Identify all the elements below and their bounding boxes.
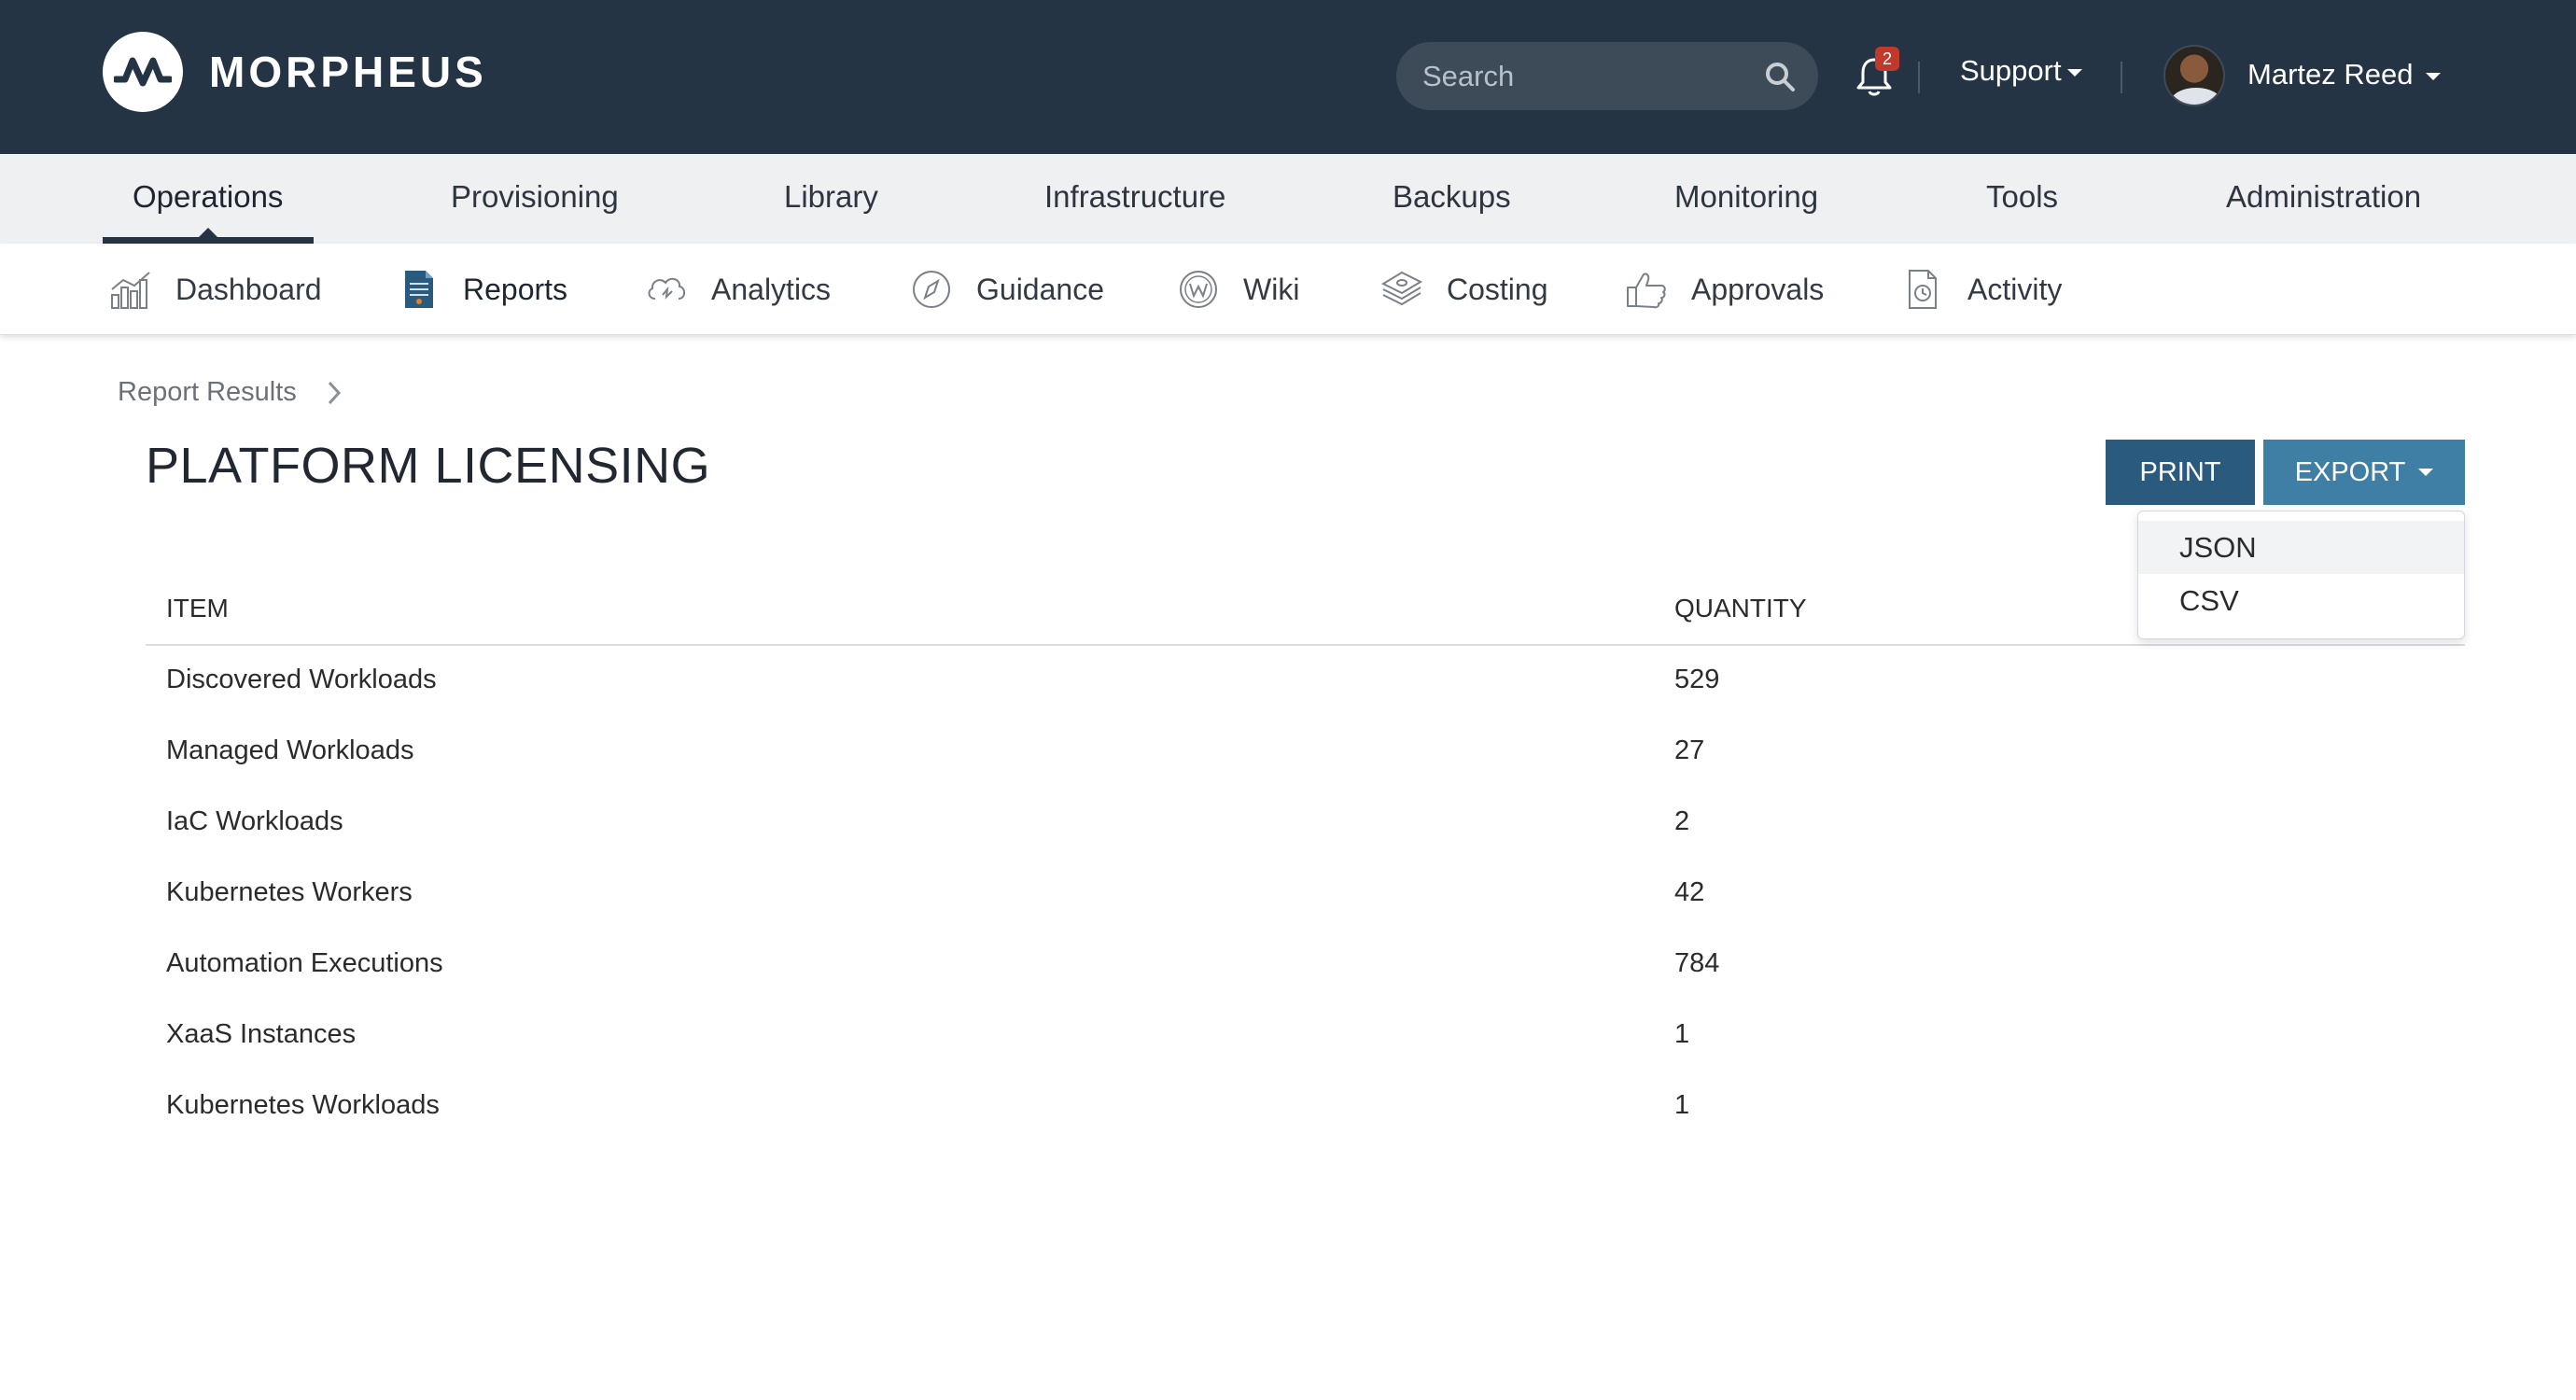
table-header-row: ITEM QUANTITY [146, 579, 2465, 646]
compass-icon [913, 271, 950, 308]
nav-provisioning[interactable]: Provisioning [451, 154, 619, 244]
subnav-label: Wiki [1243, 272, 1300, 306]
support-label: Support [1960, 54, 2062, 87]
nav-administration[interactable]: Administration [2226, 154, 2421, 244]
header-divider [2121, 62, 2122, 93]
table-row: Kubernetes Workers 42 [146, 859, 2465, 930]
subnav-label: Reports [463, 272, 568, 306]
row-quantity: 1 [1674, 1090, 1690, 1120]
report-document-icon [405, 271, 433, 308]
export-dropdown-menu: JSON CSV [2137, 511, 2465, 639]
subnav-guidance[interactable]: Guidance [909, 244, 1104, 335]
dashboard-chart-icon [111, 272, 150, 309]
chevron-right-icon [328, 381, 341, 404]
row-quantity: 1 [1674, 1019, 1690, 1049]
breadcrumb-report-results[interactable]: Report Results [118, 377, 297, 408]
subnav-label: Dashboard [175, 272, 322, 306]
money-stack-icon [1380, 271, 1423, 306]
row-item: Discovered Workloads [166, 665, 437, 694]
subnav-approvals[interactable]: Approvals [1624, 244, 1824, 335]
notification-count-badge: 2 [1875, 47, 1899, 71]
table-row: IaC Workloads 2 [146, 788, 2465, 859]
wiki-icon [1180, 271, 1217, 308]
subnav-analytics[interactable]: Analytics [644, 244, 831, 335]
nav-infrastructure[interactable]: Infrastructure [1044, 154, 1225, 244]
subnav-costing[interactable]: Costing [1379, 244, 1548, 335]
avatar[interactable] [2163, 45, 2225, 106]
row-item: IaC Workloads [166, 806, 343, 836]
print-button[interactable]: PRINT [2106, 440, 2255, 505]
subnav-label: Approvals [1691, 272, 1825, 306]
chevron-down-icon [2426, 72, 2442, 80]
cloud-analytics-icon [648, 277, 686, 300]
export-option-json[interactable]: JSON [2138, 521, 2464, 574]
export-option-csv[interactable]: CSV [2138, 574, 2464, 627]
nav-backups[interactable]: Backups [1393, 154, 1511, 244]
row-item: XaaS Instances [166, 1019, 357, 1049]
table-row: Kubernetes Workloads 1 [146, 1071, 2465, 1142]
secondary-nav: Dashboard Reports Analytics Guidance Wik… [0, 244, 2576, 335]
morpheus-logo[interactable]: MORPHEUS [103, 32, 487, 112]
subnav-label: Costing [1447, 272, 1548, 306]
row-item: Automation Executions [166, 948, 443, 978]
export-label: EXPORT [2294, 456, 2406, 487]
breadcrumb: Report Results [118, 377, 343, 408]
user-name: Martez Reed [2247, 58, 2414, 91]
subnav-reports[interactable]: Reports [396, 244, 567, 335]
search-input[interactable] [1422, 42, 1749, 110]
row-item: Managed Workloads [166, 735, 414, 765]
row-quantity: 42 [1674, 877, 1705, 907]
row-item: Kubernetes Workloads [166, 1090, 440, 1120]
subnav-label: Analytics [711, 272, 832, 306]
subnav-label: Activity [1967, 272, 2063, 306]
licensing-table: ITEM QUANTITY Discovered Workloads 529 M… [146, 579, 2465, 1142]
row-quantity: 27 [1674, 735, 1705, 765]
row-quantity: 529 [1674, 665, 1720, 694]
morpheus-logo-icon [103, 32, 183, 112]
chevron-down-icon [2418, 469, 2434, 476]
column-header-quantity: QUANTITY [1674, 594, 1807, 623]
thumbs-up-icon [1627, 273, 1666, 309]
search-icon[interactable] [1762, 59, 1798, 94]
chevron-down-icon [2066, 68, 2082, 77]
table-row: Managed Workloads 27 [146, 717, 2465, 788]
table-row: Automation Executions 784 [146, 930, 2465, 1001]
subnav-activity[interactable]: Activity [1900, 244, 2062, 335]
export-button[interactable]: EXPORT [2263, 440, 2465, 505]
nav-tools[interactable]: Tools [1986, 154, 2058, 244]
table-row: XaaS Instances 1 [146, 1001, 2465, 1071]
table-row: Discovered Workloads 529 [146, 646, 2465, 717]
row-quantity: 784 [1674, 948, 1720, 978]
page-title: PLATFORM LICENSING [146, 438, 711, 494]
primary-nav: Operations Provisioning Library Infrastr… [0, 154, 2576, 244]
top-header: MORPHEUS 2 Support Martez Reed [0, 0, 2576, 154]
column-header-item: ITEM [166, 594, 229, 623]
user-menu[interactable]: Martez Reed [2247, 58, 2442, 91]
search-box[interactable] [1396, 42, 1818, 110]
active-tab-pointer [198, 228, 218, 238]
row-quantity: 2 [1674, 806, 1690, 836]
active-tab-underline [103, 237, 314, 244]
header-divider [1918, 62, 1920, 93]
brand-name: MORPHEUS [209, 48, 487, 96]
nav-library[interactable]: Library [784, 154, 878, 244]
subnav-wiki[interactable]: Wiki [1176, 244, 1299, 335]
row-item: Kubernetes Workers [166, 877, 413, 907]
activity-document-icon [1909, 270, 1937, 309]
nav-monitoring[interactable]: Monitoring [1674, 154, 1818, 244]
subnav-dashboard[interactable]: Dashboard [108, 244, 322, 335]
subnav-label: Guidance [976, 272, 1104, 306]
support-menu[interactable]: Support [1960, 54, 2082, 88]
